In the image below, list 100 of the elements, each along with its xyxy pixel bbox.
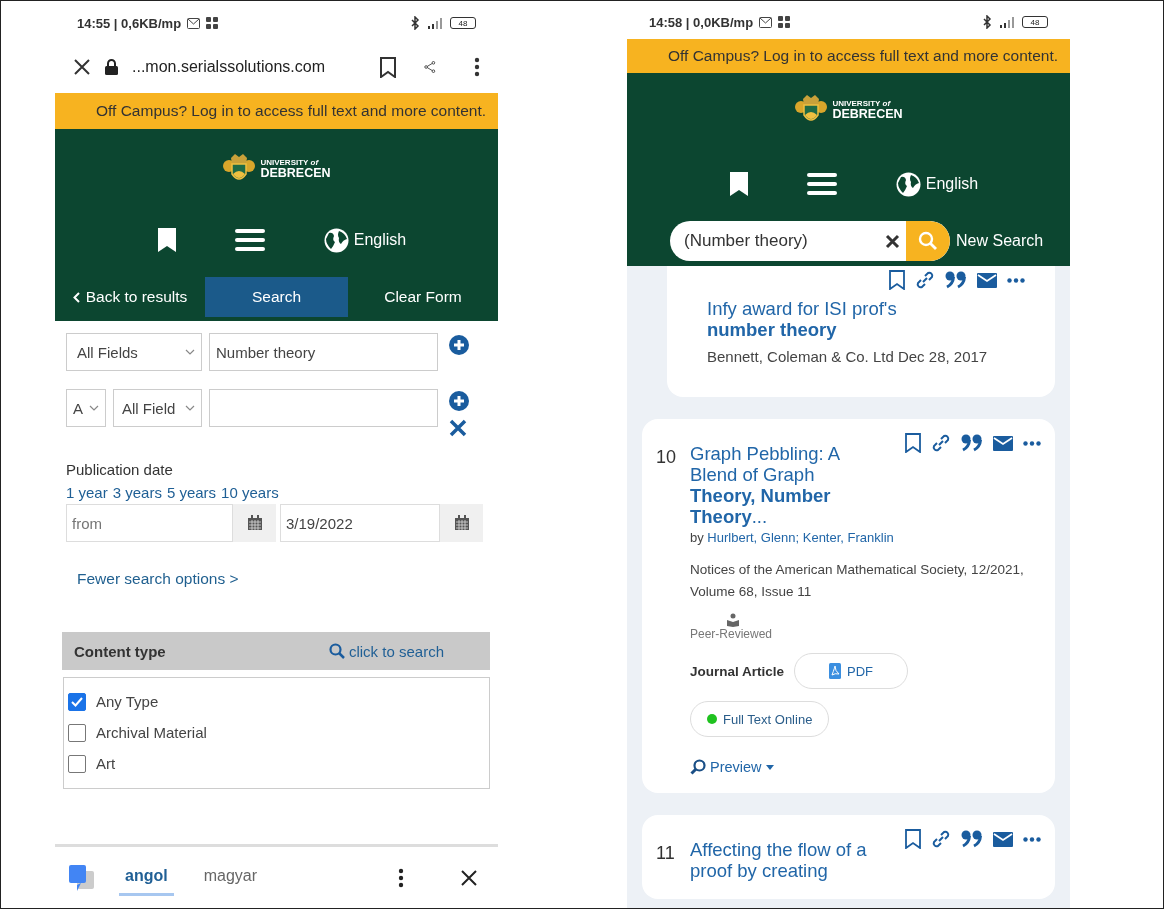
off-campus-banner[interactable]: Off Campus? Log in to access full text and more content.	[627, 39, 1070, 73]
language-tab[interactable]: angol	[119, 859, 174, 896]
add-row-icon[interactable]	[449, 335, 469, 355]
caret-icon	[765, 764, 774, 770]
search-input[interactable]	[209, 389, 438, 427]
search-input[interactable]: Number theory	[209, 333, 438, 371]
content-type-option[interactable]: Archival Material	[96, 724, 207, 741]
email-icon[interactable]	[977, 272, 997, 288]
calendar-button[interactable]	[233, 504, 276, 542]
from-date-input[interactable]: from	[66, 504, 233, 542]
result-source: Notices of the American Mathematical Society, 12/2021, Volume 68, Issue 11	[690, 561, 1025, 601]
checkbox[interactable]	[68, 692, 86, 711]
preview-dropdown[interactable]: Preview	[690, 759, 774, 775]
checkbox[interactable]	[68, 754, 86, 773]
notification-icon	[778, 16, 791, 28]
notification-icon	[187, 17, 201, 29]
language-label[interactable]: English	[353, 231, 407, 249]
notification-icon	[206, 17, 219, 29]
back-link[interactable]: Back to results	[55, 277, 205, 317]
search-input[interactable]: (Number theory)	[670, 231, 879, 251]
globe-icon[interactable]	[894, 170, 922, 198]
date-range-link[interactable]: 3 years	[112, 484, 162, 501]
date-range-link[interactable]: 1 year	[66, 484, 108, 501]
quote-icon[interactable]	[945, 271, 967, 289]
fewer-options-link[interactable]: Fewer search options >	[77, 570, 498, 588]
field-dropdown[interactable]: All Field	[113, 389, 202, 427]
content-type-option[interactable]: Any Type	[96, 693, 159, 710]
university-logo-text: UNIVERSITY of DEBRECEN	[832, 99, 903, 121]
search-field[interactable]: (Number theory)	[670, 221, 950, 261]
bookmark-icon[interactable]	[728, 171, 749, 197]
quote-icon[interactable]	[961, 830, 983, 848]
translate-icon	[69, 864, 95, 891]
more-options-icon[interactable]	[1007, 277, 1025, 283]
more-options-icon[interactable]	[1023, 440, 1041, 446]
result-title-link[interactable]: Infy award for ISI prof's number theory	[707, 298, 911, 340]
url-text[interactable]: ...mon.serialssolutions.com	[132, 58, 366, 76]
calendar-icon	[246, 515, 263, 531]
peer-reviewed-label: Peer-Reviewed	[690, 627, 773, 641]
email-icon[interactable]	[993, 831, 1013, 847]
search-icon	[918, 231, 938, 251]
signal-icon	[426, 17, 444, 29]
status-text: 14:55 | 0,6KB/mp	[77, 15, 182, 31]
content-type-title: Content type	[74, 642, 166, 660]
close-icon[interactable]	[73, 58, 91, 76]
link-icon[interactable]	[915, 270, 935, 290]
more-options-icon[interactable]	[398, 867, 404, 888]
date-range-link[interactable]: 5 years	[166, 484, 217, 501]
result-number: 11	[656, 842, 676, 864]
battery-icon: 48	[1022, 16, 1048, 28]
notification-icon	[759, 16, 773, 28]
globe-icon[interactable]	[322, 226, 350, 254]
clear-icon[interactable]	[885, 233, 900, 249]
bluetooth-icon	[411, 16, 420, 30]
author-link[interactable]: Hurlbert, Glenn; Kenter, Franklin	[707, 530, 894, 545]
checkbox[interactable]	[68, 723, 86, 742]
off-campus-banner[interactable]: Off Campus? Log in to access full text and more content.	[55, 93, 498, 129]
operator-dropdown[interactable]: A	[66, 389, 106, 427]
bookmark-icon[interactable]	[380, 56, 396, 78]
content-type-label: Journal Article	[690, 663, 785, 679]
menu-icon[interactable]	[234, 229, 265, 251]
add-row-icon[interactable]	[449, 391, 469, 411]
language-label[interactable]: English	[925, 175, 979, 193]
publication-date-label: Publication date	[66, 461, 174, 478]
bluetooth-icon	[983, 15, 992, 29]
result-meta: Bennett, Coleman & Co. Ltd Dec 28, 2017	[707, 348, 988, 365]
bookmark-icon[interactable]	[889, 270, 905, 290]
content-type-option[interactable]: Art	[96, 755, 116, 772]
bookmark-icon[interactable]	[905, 433, 921, 453]
link-icon[interactable]	[931, 829, 951, 849]
calendar-button[interactable]	[440, 504, 483, 542]
new-search-link[interactable]: New Search	[956, 232, 1044, 250]
menu-icon[interactable]	[806, 173, 837, 195]
nav-tab[interactable]: Clear Form	[348, 277, 498, 317]
more-options-icon[interactable]	[474, 57, 480, 77]
result-title-link[interactable]: Graph Pebbling: A Blend of Graph Theory, Number Theory...	[690, 443, 874, 527]
pdf-button[interactable]: PDF	[794, 653, 909, 689]
search-icon	[328, 643, 345, 659]
signal-icon	[998, 16, 1016, 28]
nav-tab[interactable]: Search	[205, 277, 348, 317]
battery-icon: 48	[450, 17, 476, 29]
full-text-online-button[interactable]: Full Text Online	[690, 701, 830, 737]
result-number: 10	[656, 446, 678, 468]
bookmark-icon[interactable]	[156, 227, 177, 253]
magnifier-icon	[690, 759, 706, 775]
more-options-icon[interactable]	[1023, 836, 1041, 842]
date-range-link[interactable]: 10 years	[221, 484, 279, 501]
click-to-search-link[interactable]: click to search	[328, 642, 444, 660]
to-date-input[interactable]: 3/19/2022	[280, 504, 440, 542]
language-tab[interactable]: magyar	[197, 859, 264, 896]
search-button[interactable]	[906, 221, 950, 261]
link-icon[interactable]	[931, 433, 951, 453]
close-icon[interactable]	[460, 868, 478, 887]
pdf-file-icon	[829, 663, 842, 679]
remove-row-icon[interactable]	[449, 419, 467, 437]
bookmark-icon[interactable]	[905, 829, 921, 849]
result-title-link[interactable]: Affecting the flow of a proof by creating	[690, 839, 874, 881]
email-icon[interactable]	[993, 435, 1013, 451]
calendar-icon	[453, 515, 470, 531]
field-dropdown[interactable]: All Fields	[66, 333, 202, 371]
quote-icon[interactable]	[961, 434, 983, 452]
